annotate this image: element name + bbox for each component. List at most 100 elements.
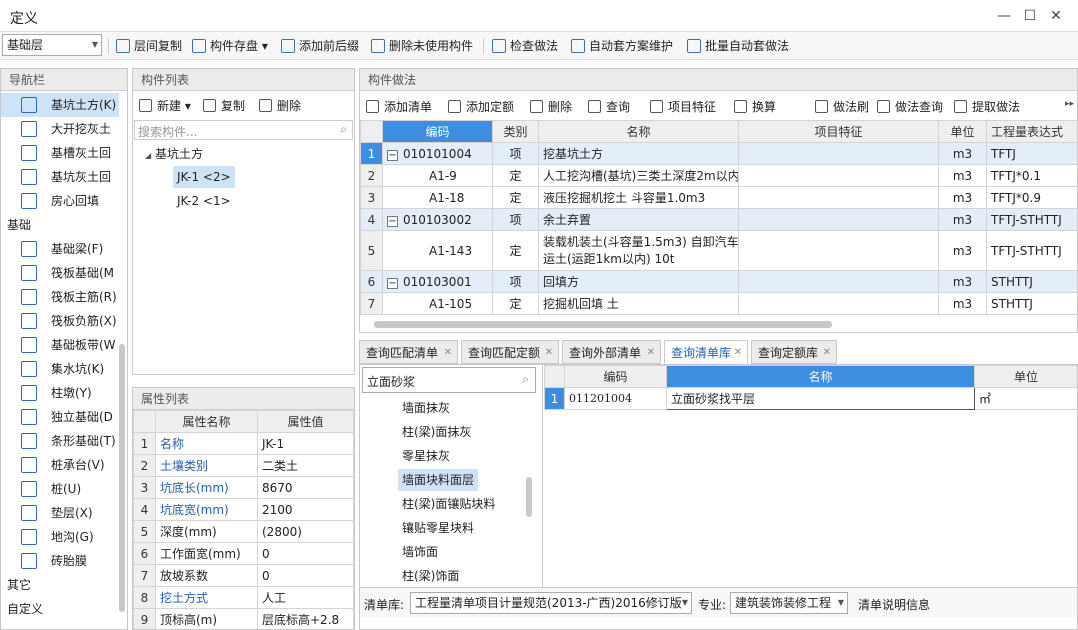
- prop-value[interactable]: JK-1: [257, 432, 354, 455]
- name-header[interactable]: 名称: [538, 120, 739, 143]
- code-cell[interactable]: −010103001: [382, 270, 493, 293]
- lib-unit-header[interactable]: 单位: [974, 365, 1077, 388]
- table-row[interactable]: 6−010103001 项回填方 m3 STHTTJ: [360, 270, 1077, 293]
- feature-cell[interactable]: [738, 208, 939, 231]
- table-row[interactable]: 6 工作面宽(mm) 0: [133, 542, 354, 565]
- delete-button[interactable]: 删除: [530, 97, 572, 117]
- feature-cell[interactable]: [738, 270, 939, 293]
- tree-item-jk2[interactable]: JK-2 <1>: [173, 190, 235, 212]
- brush-button[interactable]: 做法刷: [815, 97, 869, 117]
- prop-value[interactable]: 二类土: [257, 454, 354, 477]
- name-cell[interactable]: 回填方: [538, 270, 739, 293]
- save-component-button[interactable]: 构件存盘 ▾: [190, 36, 268, 56]
- lib-code-header[interactable]: 编码: [564, 365, 667, 388]
- table-row[interactable]: 7 A1-105 定挖掘机回填 土 m3 STHTTJ: [360, 292, 1077, 315]
- nav-group-foundation[interactable]: 基础: [7, 214, 31, 236]
- nav-item-raft-main-rebar[interactable]: 筏板主筋(R): [1, 285, 119, 309]
- unit-cell[interactable]: m3: [938, 208, 987, 231]
- convert-button[interactable]: 换算: [734, 97, 776, 117]
- prop-value[interactable]: 层底标高+2.8: [257, 608, 354, 629]
- code-cell[interactable]: A1-105: [382, 292, 493, 315]
- feature-button[interactable]: 项目特征: [650, 97, 716, 117]
- code-cell[interactable]: A1-18: [382, 186, 493, 209]
- feature-cell[interactable]: [738, 164, 939, 187]
- nav-item-pit-backfill[interactable]: 基坑灰土回: [1, 165, 119, 189]
- tree-root[interactable]: ◢ 基坑土方: [145, 145, 203, 162]
- table-row[interactable]: 4 坑底宽(mm) 2100: [133, 498, 354, 521]
- prop-value[interactable]: 0: [257, 542, 354, 565]
- type-cell[interactable]: 项: [492, 142, 539, 165]
- unit-cell[interactable]: m3: [938, 230, 987, 271]
- add-affix-button[interactable]: 添加前后缀: [279, 36, 359, 56]
- code-cell[interactable]: −010101004: [382, 142, 493, 165]
- extract-button[interactable]: 提取做法: [954, 97, 1020, 117]
- feature-cell[interactable]: [738, 230, 939, 271]
- close-icon[interactable]: ✕: [734, 341, 742, 365]
- copy-component-button[interactable]: 复制: [203, 96, 245, 116]
- feature-cell[interactable]: [738, 292, 939, 315]
- tab-match-quota[interactable]: 查询匹配定额 ✕: [461, 340, 559, 364]
- table-row[interactable]: 2 A1-9 定人工挖沟槽(基坑)三类土深度2m以内 m3 TFTJ*0.1: [360, 164, 1077, 187]
- add-quota-button[interactable]: 添加定额: [448, 97, 514, 117]
- search-icon[interactable]: ⌕: [522, 372, 529, 387]
- unit-cell[interactable]: m3: [938, 164, 987, 187]
- nav-item-excavation[interactable]: 大开挖灰土: [1, 117, 119, 141]
- nav-item-pier[interactable]: 柱墩(Y): [1, 381, 119, 405]
- list-library-select[interactable]: 工程量清单项目计量规范(2013-广西)2016修订版 ▼: [410, 592, 692, 614]
- collapse-icon[interactable]: −: [387, 215, 398, 227]
- type-header[interactable]: 类别: [492, 120, 539, 143]
- name-cell[interactable]: 装载机装土(斗容量1.5m3) 自卸汽车 运土(运距1km以内) 10t: [538, 230, 739, 271]
- feature-cell[interactable]: [738, 186, 939, 209]
- table-row[interactable]: 5 A1-143 定装载机装土(斗容量1.5m3) 自卸汽车 运土(运距1km以内)…: [360, 230, 1077, 271]
- type-cell[interactable]: 定: [492, 292, 539, 315]
- nav-item-trench-g[interactable]: 地沟(G): [1, 525, 119, 549]
- unit-cell[interactable]: m3: [938, 142, 987, 165]
- nav-item-pile[interactable]: 桩(U): [1, 477, 119, 501]
- lib-code-cell[interactable]: 011201004: [564, 387, 667, 410]
- query-button[interactable]: 查询: [588, 97, 630, 117]
- table-row[interactable]: 3 A1-18 定液压挖掘机挖土 斗容量1.0m3 m3 TFTJ*0.9: [360, 186, 1077, 209]
- nav-item-strip[interactable]: 基础板带(W: [1, 333, 119, 357]
- tab-list-library[interactable]: 查询清单库 ✕: [664, 340, 748, 364]
- type-cell[interactable]: 定: [492, 230, 539, 271]
- prop-value[interactable]: 2100: [257, 498, 354, 521]
- close-icon[interactable]: ✕: [545, 341, 553, 365]
- code-cell[interactable]: −010103002: [382, 208, 493, 231]
- batch-auto-button[interactable]: 批量自动套做法: [685, 36, 789, 56]
- library-list-item[interactable]: 柱(梁)面镶贴块料: [398, 493, 499, 515]
- tab-match-list[interactable]: 查询匹配清单 ✕: [359, 340, 458, 364]
- table-row[interactable]: 3 坑底长(mm) 8670: [133, 476, 354, 499]
- method-query-button[interactable]: 做法查询: [877, 97, 943, 117]
- close-icon[interactable]: ✕: [823, 341, 831, 365]
- table-row[interactable]: 5 深度(mm) (2800): [133, 520, 354, 543]
- type-cell[interactable]: 定: [492, 164, 539, 187]
- table-row[interactable]: 4−010103002 项余土弃置 m3 TFTJ-STHTTJ: [360, 208, 1077, 231]
- nav-group-custom[interactable]: 自定义: [7, 598, 43, 620]
- nav-item-pit[interactable]: 基坑土方(K): [1, 93, 119, 117]
- type-cell[interactable]: 定: [492, 186, 539, 209]
- nav-item-pile-cap[interactable]: 桩承台(V): [1, 453, 119, 477]
- table-row[interactable]: 9 顶标高(m) 层底标高+2.8: [133, 608, 354, 629]
- table-row[interactable]: 1−010101004 项挖基坑土方 m3 TFTJ: [360, 142, 1077, 165]
- nav-item-beam[interactable]: 基础梁(F): [1, 237, 119, 261]
- collapse-icon[interactable]: −: [387, 149, 398, 161]
- library-list-item[interactable]: 墙面块料面层: [398, 469, 479, 491]
- tab-quota-library[interactable]: 查询定额库 ✕: [751, 340, 837, 364]
- maximize-icon[interactable]: ☐: [1020, 6, 1040, 26]
- prop-value[interactable]: 人工: [257, 586, 354, 609]
- prop-value[interactable]: 8670: [257, 476, 354, 499]
- library-list-item[interactable]: 柱(梁)面抹灰: [398, 421, 475, 443]
- table-row[interactable]: 1 011201004 立面砂浆找平层㎡: [544, 387, 1077, 410]
- library-list-item[interactable]: 墙饰面: [398, 541, 442, 563]
- table-row[interactable]: 2 土壤类别 二类土: [133, 454, 354, 477]
- library-list-item[interactable]: 柱(梁)饰面: [398, 565, 463, 587]
- major-select[interactable]: 建筑装饰装修工程 ▼: [730, 592, 848, 614]
- table-row[interactable]: 8 挖土方式 人工: [133, 586, 354, 609]
- close-icon[interactable]: ✕: [444, 341, 452, 365]
- name-cell[interactable]: 人工挖沟槽(基坑)三类土深度2m以内: [538, 164, 739, 187]
- library-search-field[interactable]: 立面砂浆 ⌕: [362, 367, 536, 393]
- code-header[interactable]: 编码: [382, 120, 493, 143]
- method-hscrollbar[interactable]: [374, 321, 832, 328]
- minimize-icon[interactable]: —: [994, 6, 1014, 26]
- feature-cell[interactable]: [738, 142, 939, 165]
